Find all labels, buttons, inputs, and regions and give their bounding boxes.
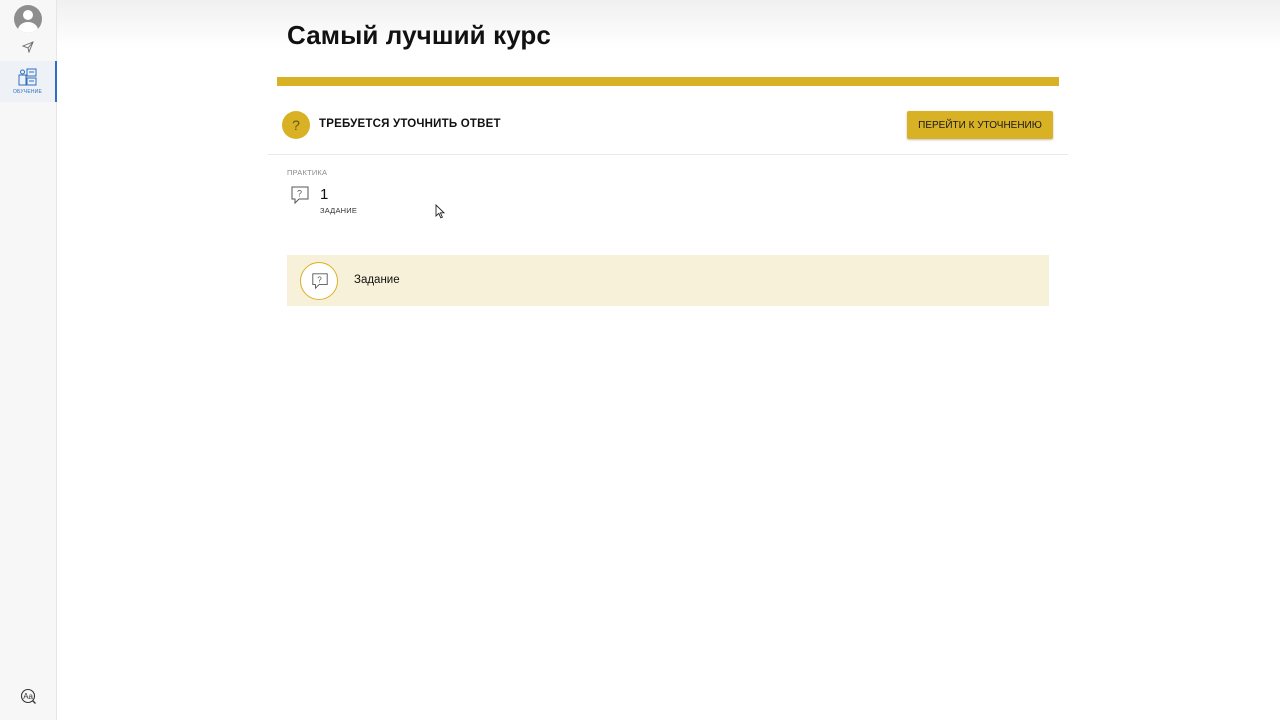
practice-task-count: 1 <box>320 186 329 203</box>
course-progress-bar <box>277 77 1059 86</box>
svg-text:Aa: Aa <box>23 692 33 701</box>
sidebar-item-label: ОБУЧЕНИЕ <box>12 89 43 95</box>
font-size-icon[interactable]: Aa <box>20 688 36 704</box>
practice-task-label: ЗАДАНИЕ <box>320 206 358 215</box>
avatar[interactable] <box>14 5 42 33</box>
paper-plane-icon[interactable] <box>22 41 34 53</box>
question-bubble-icon: ? <box>291 186 309 205</box>
course-progress-fill <box>277 77 1059 86</box>
header-band <box>57 0 1280 48</box>
svg-text:?: ? <box>297 189 302 199</box>
task-row[interactable]: ? Задание <box>287 255 1049 306</box>
mouse-cursor-icon <box>435 204 445 219</box>
go-to-clarification-button[interactable]: ПЕРЕЙТИ К УТОЧНЕНИЮ <box>907 111 1053 139</box>
clarification-notice: ? ТРЕБУЕТСЯ УТОЧНИТЬ ОТВЕТ ПЕРЕЙТИ К УТО… <box>268 102 1068 155</box>
question-bubble-icon: ? <box>312 273 328 290</box>
app-root: ОБУЧЕНИЕ Aa Самый лучший курс ? ТРЕБУЕТС… <box>0 0 1280 720</box>
sidebar-item-learning[interactable]: ОБУЧЕНИЕ <box>0 61 57 102</box>
page-title: Самый лучший курс <box>287 20 551 50</box>
practice-caption: ПРАКТИКА <box>287 168 328 177</box>
task-label: Задание <box>354 274 400 286</box>
avatar-head-shape <box>23 10 33 20</box>
avatar-body-shape <box>18 22 38 33</box>
notice-text: ТРЕБУЕТСЯ УТОЧНИТЬ ОТВЕТ <box>319 118 501 130</box>
task-icon-circle: ? <box>300 262 338 300</box>
question-icon: ? <box>282 111 310 139</box>
sidebar: ОБУЧЕНИЕ Aa <box>0 0 57 720</box>
svg-text:?: ? <box>317 275 322 284</box>
learning-icon <box>18 68 37 86</box>
